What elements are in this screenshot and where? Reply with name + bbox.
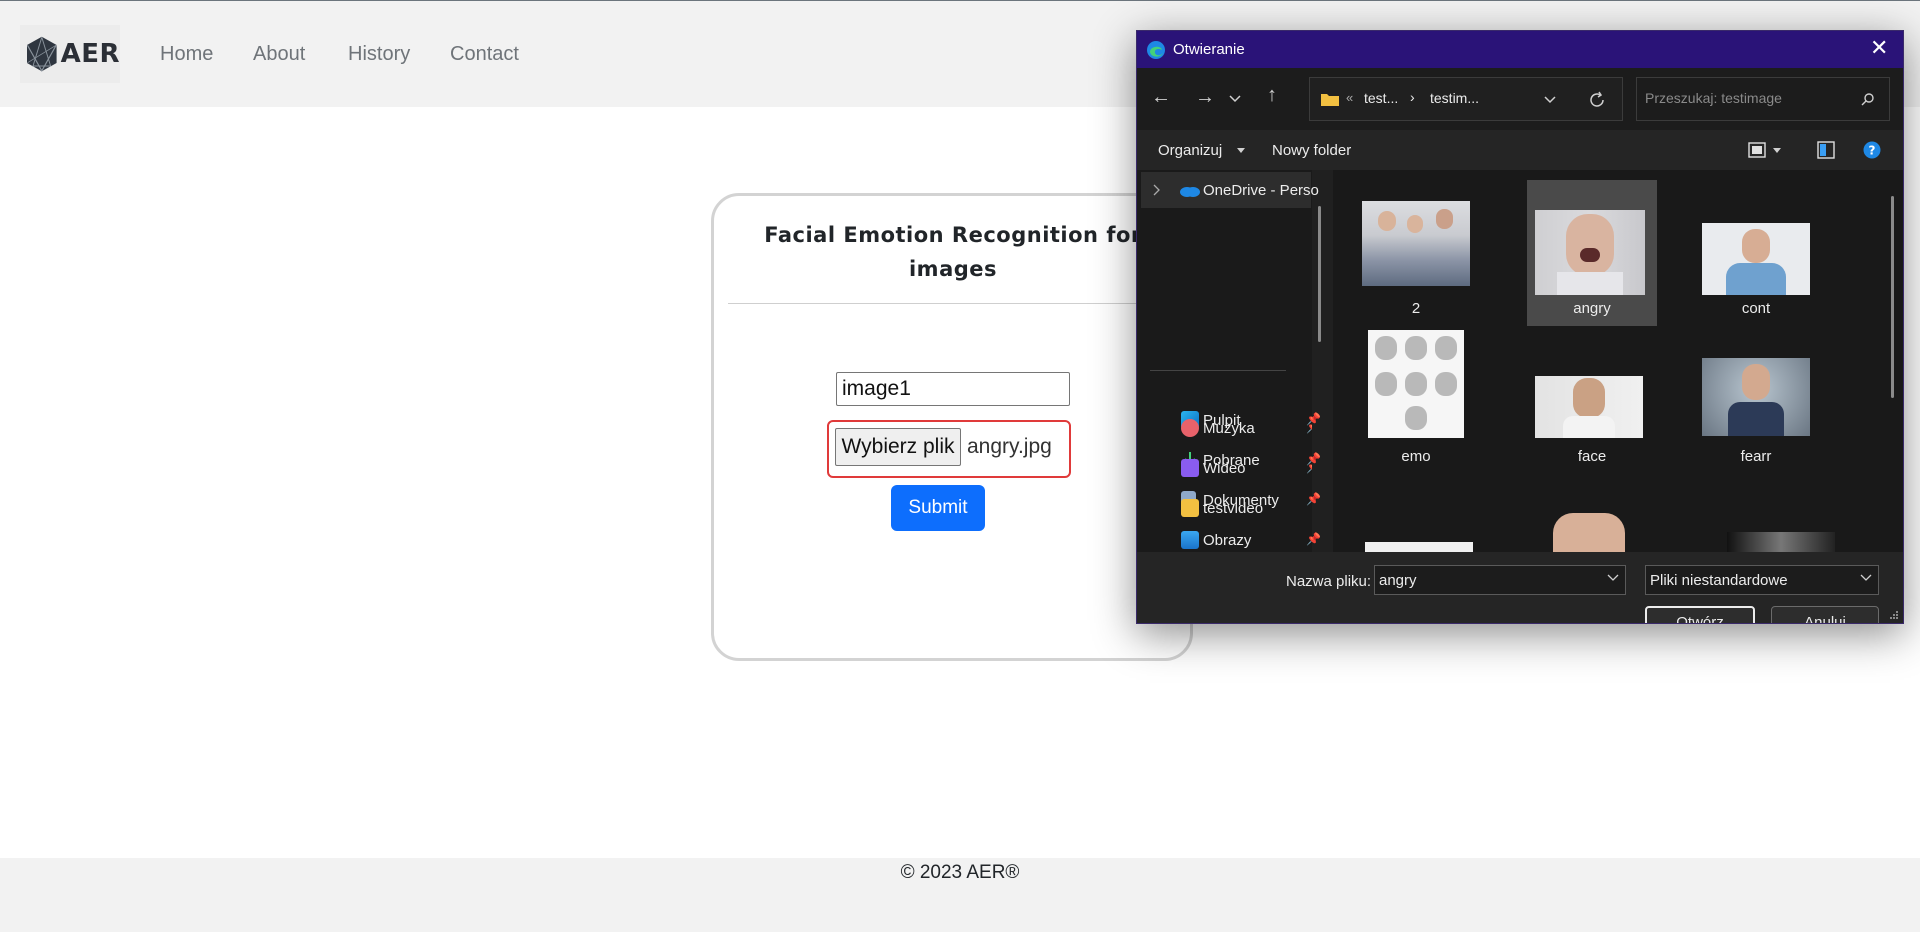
dialog-title: Otwieranie: [1173, 41, 1245, 58]
breadcrumb-separator-icon: ›: [1410, 89, 1415, 105]
up-arrow-icon[interactable]: ↑: [1267, 84, 1277, 107]
folder-icon: [1181, 499, 1199, 517]
forward-arrow-icon[interactable]: →: [1195, 86, 1215, 109]
file-grid-scrollbar[interactable]: [1891, 196, 1894, 398]
filetype-select[interactable]: Pliki niestandardowe: [1645, 565, 1879, 595]
organize-menu[interactable]: Organizuj: [1158, 142, 1222, 159]
address-bar[interactable]: « test... › testim...: [1309, 77, 1623, 121]
file-item-face[interactable]: face: [1527, 328, 1657, 476]
nav-home-link[interactable]: Home: [160, 43, 213, 66]
videos-icon: [1181, 459, 1199, 477]
submit-button[interactable]: Submit: [891, 485, 985, 531]
footer: © 2023 AER®: [0, 858, 1920, 932]
tree-label-music: Muzyka: [1203, 420, 1255, 437]
thumbnail-image: [1362, 201, 1470, 286]
folder-icon: [1321, 94, 1339, 106]
resize-grip-icon[interactable]: [1889, 610, 1899, 620]
back-arrow-icon[interactable]: ←: [1151, 86, 1171, 109]
filename-label: Nazwa pliku:: [1286, 573, 1372, 590]
search-icon: [1861, 93, 1874, 106]
thumbnail-partial: [1365, 542, 1473, 552]
dialog-toolbar: Organizuj Nowy folder ?: [1137, 130, 1903, 170]
logo[interactable]: AER: [20, 25, 120, 83]
card-title-line1: Facial Emotion Recognition for: [764, 223, 1142, 247]
tree-label-videos: Wideo: [1203, 460, 1246, 477]
new-folder-button[interactable]: Nowy folder: [1272, 142, 1351, 159]
dialog-bottom-bar: Nazwa pliku: angry Pliki niestandardowe …: [1137, 552, 1903, 623]
thumbnail-partial: [1727, 532, 1835, 552]
file-label: emo: [1401, 448, 1431, 465]
logo-text: AER: [60, 39, 120, 69]
aer-logo-icon: [26, 36, 57, 72]
nav-history-link[interactable]: History: [348, 43, 410, 66]
organize-dropdown-icon: [1237, 148, 1245, 153]
address-row: ← → ↑ « test... › testim... Przeszukaj: …: [1137, 68, 1903, 130]
nav-pane-scrollbar[interactable]: [1318, 206, 1321, 342]
file-grid: 2 angry cont emo face fearr: [1333, 170, 1903, 552]
file-item-fearr[interactable]: fearr: [1697, 328, 1815, 476]
view-dropdown-icon[interactable]: [1773, 148, 1781, 153]
help-icon[interactable]: ?: [1863, 141, 1881, 159]
file-item-emo[interactable]: emo: [1357, 328, 1475, 476]
card-divider: [728, 303, 1176, 304]
image-name-input[interactable]: [836, 372, 1070, 406]
file-label: cont: [1741, 300, 1771, 317]
filename-dropdown-chevron-icon[interactable]: [1607, 574, 1619, 582]
tree-item-testvideo[interactable]: testvideo: [1147, 490, 1312, 526]
upload-card: Facial Emotion Recognition for images Wy…: [711, 193, 1193, 661]
open-button[interactable]: Otwórz: [1645, 606, 1755, 623]
file-label: 2: [1411, 300, 1421, 317]
view-mode-icon[interactable]: [1748, 142, 1766, 158]
file-item-cont[interactable]: cont: [1697, 180, 1815, 328]
preview-pane-icon[interactable]: [1817, 141, 1835, 159]
choose-file-button[interactable]: Wybierz plik: [835, 428, 961, 466]
overflow-chevrons-icon: «: [1346, 90, 1354, 105]
cancel-button[interactable]: Anuluj: [1771, 606, 1879, 623]
pin-icon[interactable]: 📌: [1306, 460, 1312, 474]
filetype-dropdown-chevron-icon[interactable]: [1860, 574, 1872, 582]
tree-item-videos[interactable]: Wideo 📌: [1147, 450, 1312, 486]
nav-contact-link[interactable]: Contact: [450, 43, 519, 66]
recent-locations-chevron-icon[interactable]: [1229, 95, 1241, 103]
filename-input[interactable]: angry: [1374, 565, 1626, 595]
tree-item-music[interactable]: Muzyka 📌: [1147, 410, 1312, 446]
path-dropdown-chevron-icon[interactable]: [1544, 96, 1556, 104]
thumbnail-image: [1535, 210, 1645, 295]
filename-value: angry: [1379, 572, 1417, 589]
pin-icon[interactable]: 📌: [1306, 420, 1312, 434]
search-box[interactable]: Przeszukaj: testimage: [1636, 77, 1890, 121]
file-item-2[interactable]: 2: [1357, 180, 1475, 328]
selected-file-name: angry.jpg: [967, 435, 1052, 458]
tree-label-testvideo: testvideo: [1203, 500, 1264, 517]
refresh-icon[interactable]: [1588, 91, 1606, 109]
thumbnail-partial: [1553, 513, 1625, 552]
thumbnail-image: [1535, 376, 1643, 438]
nav-about-link[interactable]: About: [253, 43, 305, 66]
filetype-value: Pliki niestandardowe: [1650, 572, 1788, 589]
svg-text:?: ?: [1869, 144, 1876, 158]
search-placeholder: Przeszukaj: testimage: [1645, 90, 1782, 106]
card-title: Facial Emotion Recognition for images: [758, 218, 1148, 286]
thumbnail-image: [1702, 358, 1810, 436]
edge-browser-icon: [1147, 41, 1165, 59]
navigation-pane-lower: Muzyka 📌 Wideo 📌 testvideo: [1137, 170, 1312, 552]
thumbnail-image: [1702, 223, 1810, 295]
breadcrumb-2[interactable]: testim...: [1430, 90, 1479, 106]
footer-copyright: © 2023 AER®: [900, 862, 1020, 883]
file-label: fearr: [1740, 448, 1772, 465]
file-label: face: [1577, 448, 1607, 465]
file-open-dialog: Otwieranie ✕ ← → ↑ « test... › testim...…: [1136, 30, 1904, 624]
card-title-line2: images: [908, 257, 998, 281]
music-icon: [1181, 419, 1199, 437]
file-item-angry[interactable]: angry: [1527, 180, 1657, 326]
thumbnail-image: [1368, 330, 1464, 438]
breadcrumb-1[interactable]: test...: [1364, 90, 1398, 106]
close-icon[interactable]: ✕: [1870, 36, 1888, 60]
dialog-titlebar[interactable]: Otwieranie ✕: [1137, 31, 1903, 68]
file-label: angry: [1573, 300, 1611, 317]
